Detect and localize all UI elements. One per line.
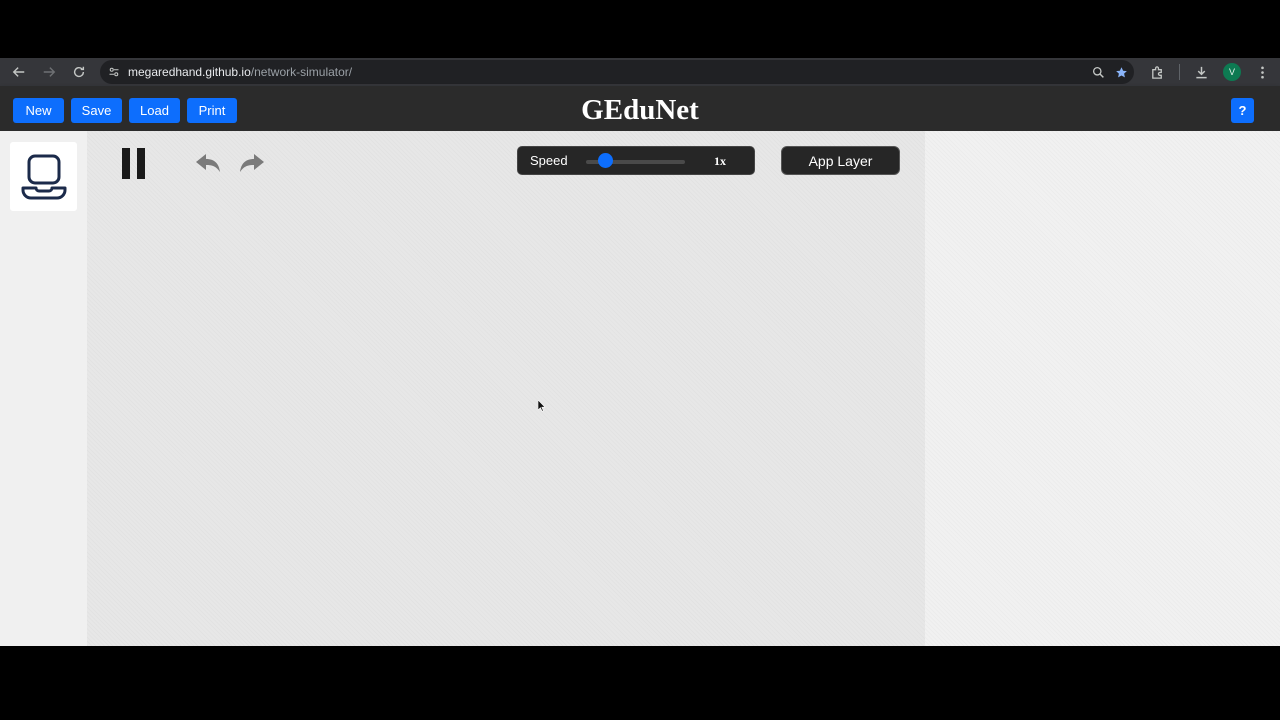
page-body: Speed 1x App Layer	[0, 131, 1280, 646]
letterbox-top	[0, 0, 1280, 58]
undo-icon[interactable]	[194, 150, 222, 176]
reload-icon[interactable]	[64, 58, 94, 86]
pause-icon[interactable]	[122, 148, 146, 179]
browser-actions: V	[1150, 58, 1270, 86]
help-button[interactable]: ?	[1231, 98, 1254, 123]
letterbox-bottom	[0, 646, 1280, 720]
redo-icon[interactable]	[238, 150, 266, 176]
zoom-icon[interactable]	[1092, 66, 1105, 79]
mouse-cursor-icon	[538, 400, 546, 412]
url-text[interactable]: megaredhand.github.io/network-simulator/	[128, 65, 352, 79]
layer-select-button[interactable]: App Layer	[781, 146, 900, 175]
speed-label: Speed	[530, 153, 568, 168]
toolbar-separator	[1179, 64, 1180, 80]
speed-control: Speed 1x	[517, 146, 755, 175]
extensions-icon[interactable]	[1150, 65, 1165, 80]
speed-slider-thumb[interactable]	[598, 153, 614, 168]
url-path: /network-simulator/	[250, 65, 353, 79]
url-host: megaredhand.github.io	[128, 65, 251, 79]
device-sidebar	[0, 131, 87, 646]
laptop-icon	[21, 154, 66, 199]
profile-avatar[interactable]: V	[1223, 63, 1241, 81]
app-header: New Save Load Print GEduNet ?	[0, 86, 1280, 131]
forward-icon[interactable]	[34, 58, 64, 86]
bookmark-star-icon[interactable]	[1115, 66, 1128, 79]
app-title: GEduNet	[581, 94, 699, 126]
kebab-menu-icon[interactable]	[1255, 65, 1270, 80]
download-icon[interactable]	[1194, 65, 1209, 80]
site-settings-icon[interactable]	[100, 66, 128, 78]
sidebar-item-host[interactable]	[10, 142, 77, 211]
info-panel	[925, 131, 1280, 646]
address-bar[interactable]: megaredhand.github.io/network-simulator/	[100, 60, 1134, 84]
browser-toolbar: megaredhand.github.io/network-simulator/	[0, 58, 1280, 86]
back-icon[interactable]	[4, 58, 34, 86]
network-canvas[interactable]: Speed 1x App Layer	[87, 131, 925, 646]
speed-value: 1x	[714, 154, 726, 168]
